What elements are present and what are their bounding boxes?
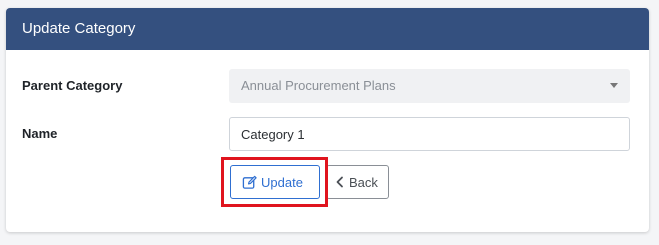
edit-icon (242, 175, 257, 190)
back-button[interactable]: Back (326, 165, 389, 199)
update-category-panel: Update Category Parent Category Annual P… (6, 8, 649, 232)
update-button-label: Update (261, 174, 303, 190)
parent-category-selected-value: Annual Procurement Plans (241, 78, 396, 93)
name-input[interactable] (229, 117, 630, 151)
update-button[interactable]: Update (230, 165, 320, 199)
caret-down-icon (610, 83, 618, 88)
panel-title: Update Category (6, 8, 649, 50)
parent-category-select[interactable]: Annual Procurement Plans (229, 69, 630, 103)
back-button-label: Back (349, 174, 378, 190)
parent-category-label: Parent Category (22, 78, 123, 93)
parent-category-row: Parent Category Annual Procurement Plans (6, 69, 649, 103)
name-label: Name (22, 126, 58, 141)
name-row: Name (6, 117, 649, 151)
chevron-left-icon (335, 176, 345, 188)
